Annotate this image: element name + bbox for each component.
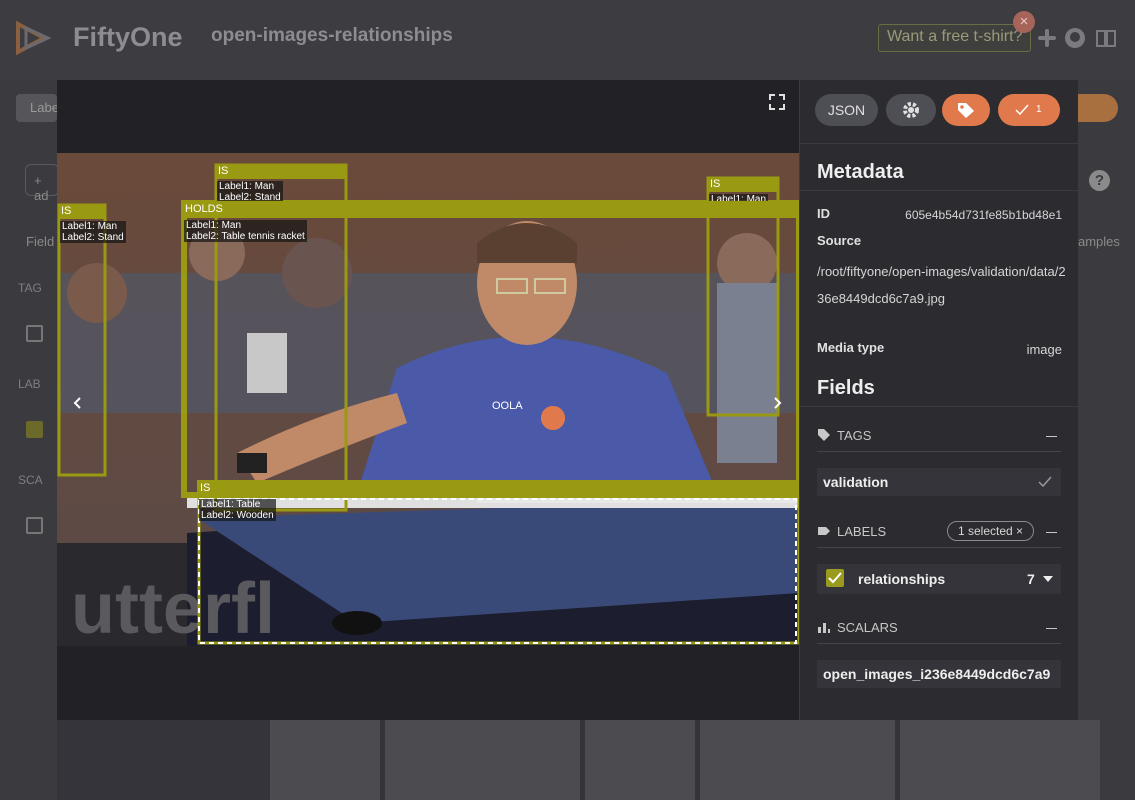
chevron-down-icon[interactable] [1043, 576, 1053, 583]
help-icon[interactable]: ? [1089, 170, 1110, 191]
bg-orange-toggle[interactable] [1078, 94, 1118, 122]
tag-value: validation [823, 474, 889, 490]
tag-row[interactable]: validation [817, 468, 1061, 496]
label-point [541, 406, 565, 430]
box-label1: Label1: Man [62, 221, 118, 232]
selected-count: 1 [1036, 104, 1042, 115]
collapse-icon[interactable] [1046, 628, 1057, 629]
grid-thumbnail[interactable] [700, 720, 895, 800]
relationships-count: 7 [1027, 571, 1035, 587]
check-icon [828, 572, 842, 584]
chevron-left-icon[interactable] [71, 396, 85, 410]
relationship-box[interactable] [197, 491, 799, 645]
relationships-checkbox[interactable] [826, 569, 844, 587]
divider [800, 190, 1079, 191]
grid-thumbnail[interactable] [385, 720, 580, 800]
check-icon [1038, 476, 1052, 488]
grid-thumbnail[interactable] [270, 720, 380, 800]
close-icon[interactable]: × [1013, 11, 1035, 33]
fullscreen-icon[interactable] [769, 94, 785, 110]
relationships-label: relationships [858, 571, 946, 587]
scalar-row[interactable]: open_images_i236e8449dcd6c7a9 [817, 660, 1061, 688]
bg-labels-checkbox[interactable] [26, 421, 43, 438]
id-key: ID [817, 206, 830, 221]
bg-tags-section: TAG [18, 281, 42, 295]
gear-icon [903, 102, 919, 118]
box-label1: Label1: Man [219, 181, 275, 192]
sample-modal: utterfl OOLA IS Label1: Man Label2: Stan… [57, 80, 1079, 720]
image-viewer[interactable]: utterfl OOLA IS Label1: Man Label2: Stan… [57, 80, 799, 720]
app-header: FiftyOne open-images-relationships Want … [0, 0, 1135, 80]
grid-thumbnail[interactable] [585, 720, 695, 800]
relationship-box[interactable] [57, 203, 107, 477]
bar-chart-icon [818, 623, 830, 633]
tag-button[interactable] [942, 94, 990, 126]
samples-label: amples [1078, 234, 1120, 249]
id-value: 605e4b54d731fe85b1bd48e1 [905, 208, 1062, 222]
bg-tags-checkbox[interactable] [26, 325, 43, 342]
chevron-right-icon[interactable] [770, 396, 784, 410]
metadata-title: Metadata [817, 161, 904, 183]
tag-icon [958, 103, 974, 118]
free-tshirt-button[interactable]: Want a free t-shirt? [878, 24, 1032, 52]
labels-header-label: LABELS [837, 524, 887, 539]
label-overlay[interactable] [57, 153, 799, 646]
box-title: IS [58, 204, 106, 219]
box-label2: Label2: Wooden [201, 510, 274, 521]
box-label1: Label1: Table [201, 499, 261, 510]
relationships-row[interactable]: relationships 7 [817, 564, 1061, 594]
labels-section-header[interactable]: LABELS 1 selected × [817, 518, 1061, 548]
github-icon[interactable] [1064, 27, 1086, 49]
divider [800, 406, 1079, 407]
box-title: IS [197, 480, 799, 497]
box-label2: Label2: Table tennis racket [186, 231, 305, 242]
tag-icon [818, 429, 830, 441]
box-label2: Label2: Stand [62, 232, 124, 243]
docs-book-icon[interactable] [1095, 27, 1117, 49]
grid-thumbnail[interactable] [900, 720, 1100, 800]
add-stage-button[interactable]: + ad [25, 164, 59, 203]
media-type-value: image [1026, 342, 1062, 357]
scalars-header-label: SCALARS [837, 620, 898, 635]
box-labels: Label1: Man Label2: Stand [60, 221, 126, 243]
box-labels: Label1: Man Label2: Stand [217, 181, 283, 202]
media-type-key: Media type [817, 340, 885, 355]
fields-title: Fields [817, 377, 875, 399]
dataset-name[interactable]: open-images-relationships [211, 25, 453, 47]
box-labels: Label1: Man Label2: Table tennis racket [184, 220, 307, 242]
tags-section-header[interactable]: TAGS [817, 422, 1061, 452]
tags-header-label: TAGS [837, 428, 872, 443]
scalar-value: open_images_i236e8449dcd6c7a9 [823, 666, 1051, 682]
bg-labels-section: LAB [18, 377, 41, 391]
source-value: /root/fiftyone/open-images/validation/da… [817, 264, 1066, 306]
bg-scalars-section: SCA [18, 473, 43, 487]
action-bar: JSON 1 [800, 80, 1079, 144]
selected-badge[interactable]: 1 selected × [947, 521, 1035, 541]
scalars-section-header[interactable]: SCALARS [817, 614, 1061, 644]
label-icon [818, 527, 830, 535]
collapse-icon[interactable] [1046, 436, 1057, 437]
json-button[interactable]: JSON [815, 94, 878, 126]
check-icon [1015, 104, 1029, 116]
box-title: HOLDS [182, 201, 799, 218]
box-title: IS [215, 164, 347, 179]
source-key: Source [817, 233, 862, 248]
box-title: IS [707, 177, 779, 192]
selected-box-outline [198, 498, 797, 644]
box-labels: Label1: Table Label2: Wooden [199, 499, 276, 521]
labels-chip[interactable]: Labe [16, 94, 59, 122]
collapse-icon[interactable] [1046, 532, 1057, 533]
fields-label: Field [26, 234, 55, 249]
app-name[interactable]: FiftyOne [73, 22, 183, 53]
box-label1: Label1: Man [186, 220, 242, 231]
sample-sidebar: JSON 1 Metadata ID 605e4b54d731fe85b1bd4… [799, 80, 1079, 720]
settings-button[interactable] [886, 94, 936, 126]
fiftyone-logo-icon [16, 20, 52, 56]
slack-icon[interactable] [1036, 27, 1058, 49]
selected-labels-button[interactable]: 1 [998, 94, 1060, 126]
bg-scalars-checkbox[interactable] [26, 517, 43, 534]
